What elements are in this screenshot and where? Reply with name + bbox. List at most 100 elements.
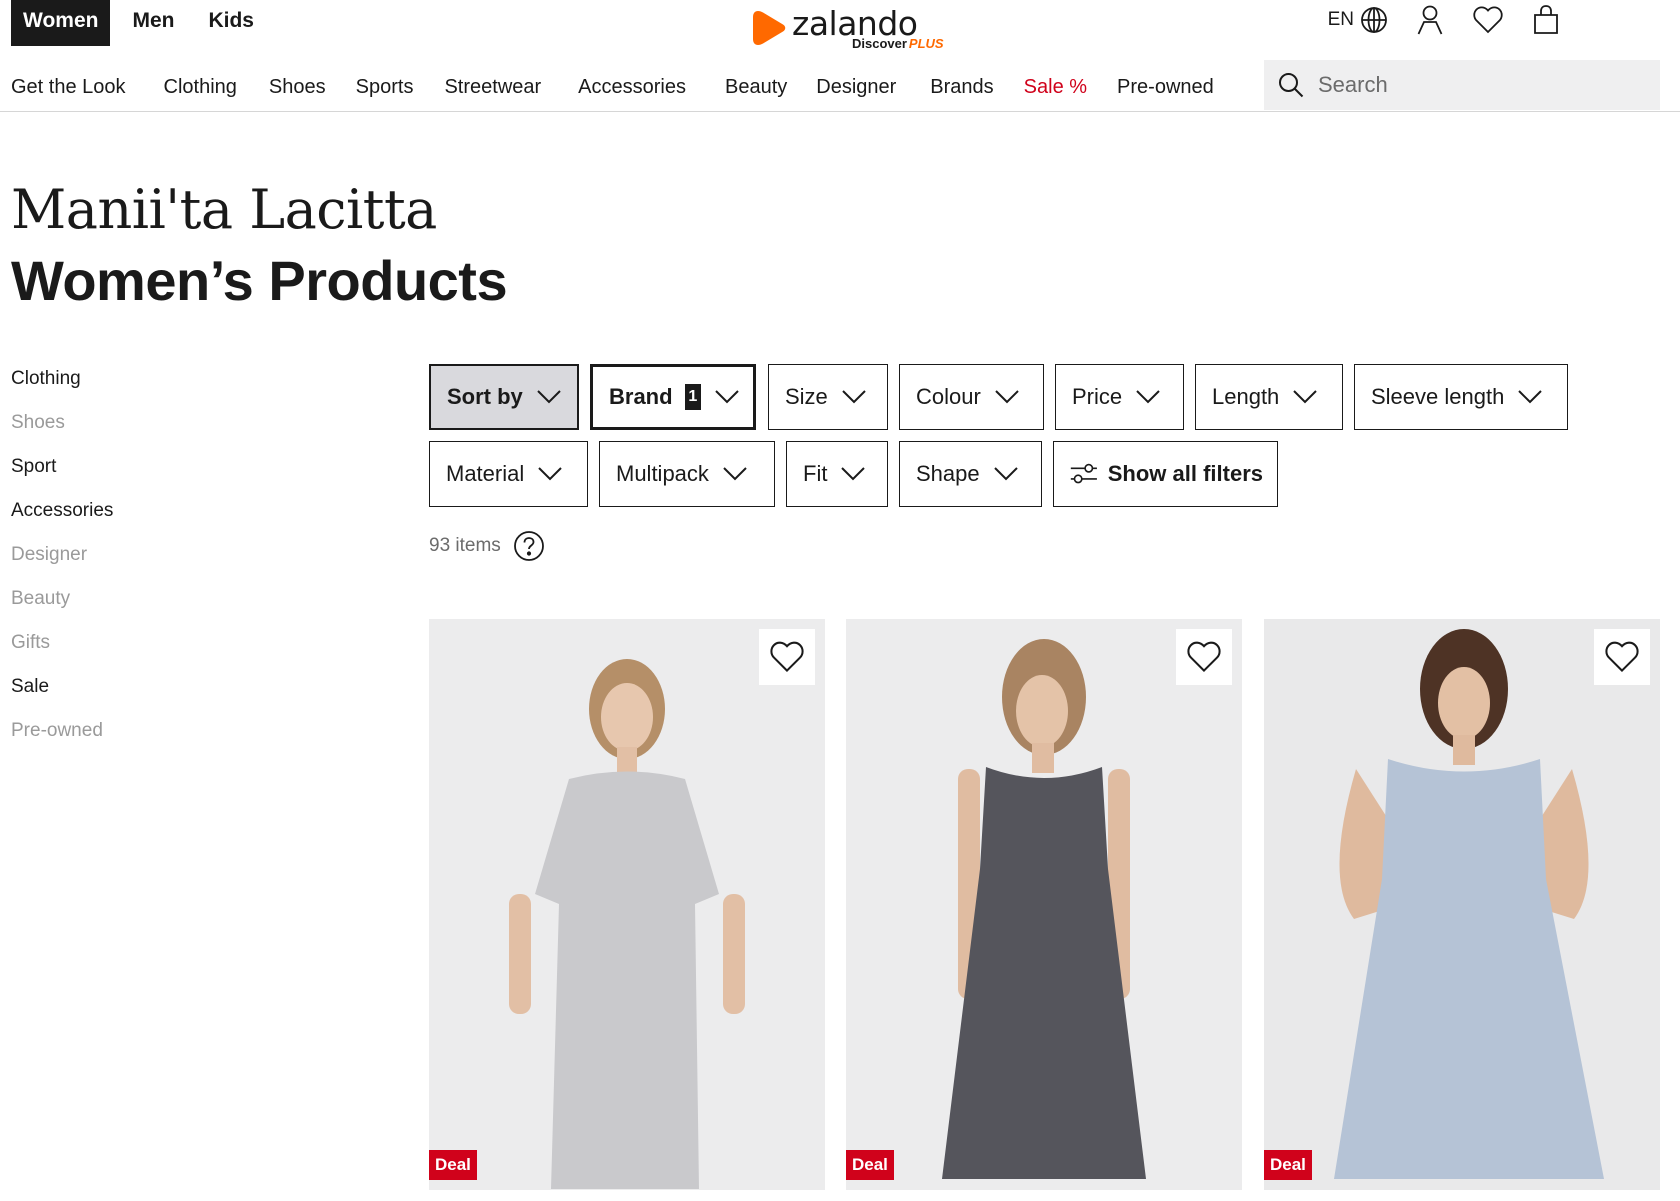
sort-by-label: Sort by (447, 384, 523, 409)
nav-clothing[interactable]: Clothing (164, 76, 237, 99)
product-image (429, 619, 825, 1190)
brand-filter-count-badge: 1 (684, 384, 701, 410)
add-to-wishlist-button[interactable] (1176, 629, 1232, 685)
language-selector[interactable]: EN (1328, 6, 1388, 34)
category-nav: Get the Look Clothing Shoes Sports Stree… (11, 76, 1214, 99)
brand-filter-label: Brand (609, 384, 673, 409)
shape-filter-button[interactable]: Shape (899, 441, 1042, 507)
nav-sale[interactable]: Sale % (1024, 76, 1087, 99)
nav-accessories[interactable]: Accessories (578, 76, 686, 99)
material-filter-button[interactable]: Material (429, 441, 588, 507)
search-icon (1279, 73, 1304, 98)
sidebar-item-accessories[interactable]: Accessories (11, 496, 113, 540)
nav-designer[interactable]: Designer (816, 76, 896, 99)
chevron-down-icon (1518, 390, 1543, 404)
colour-filter-label: Colour (916, 384, 981, 409)
material-filter-label: Material (446, 461, 525, 486)
nav-brands[interactable]: Brands (930, 76, 993, 99)
deal-badge: Deal (1264, 1150, 1312, 1180)
heart-icon (1473, 6, 1503, 34)
sidebar-item-shoes: Shoes (11, 412, 65, 433)
cart-button[interactable] (1530, 4, 1562, 36)
heart-icon (1605, 641, 1639, 673)
chevron-down-icon (842, 390, 866, 404)
items-count-label: 93 items (429, 535, 501, 556)
product-card[interactable]: Deal (1264, 619, 1660, 1190)
nav-streetwear[interactable]: Streetwear (444, 76, 541, 99)
fit-filter-label: Fit (803, 461, 828, 486)
size-filter-button[interactable]: Size (768, 364, 888, 430)
colour-filter-button[interactable]: Colour (899, 364, 1044, 430)
tab-men[interactable]: Men (120, 0, 186, 46)
sidebar-item-sport[interactable]: Sport (11, 452, 113, 496)
nav-pre-owned[interactable]: Pre-owned (1117, 76, 1214, 99)
length-filter-label: Length (1212, 384, 1280, 409)
sleeve-length-filter-label: Sleeve length (1371, 384, 1505, 409)
tab-kids[interactable]: Kids (196, 0, 266, 46)
size-filter-label: Size (785, 384, 828, 409)
nav-get-the-look[interactable]: Get the Look (11, 76, 126, 99)
search-input[interactable] (1318, 72, 1618, 98)
sidebar-item-pre-owned: Pre-owned (11, 720, 103, 741)
sidebar-item-beauty: Beauty (11, 588, 71, 609)
brand-title: Manii'ta Lacitta (11, 178, 437, 241)
chevron-down-icon (538, 467, 562, 481)
logo-discover: Discover (852, 36, 907, 51)
nav-sports[interactable]: Sports (356, 76, 414, 99)
product-image (846, 619, 1242, 1190)
logo-plus: PLUS (908, 36, 944, 51)
sort-by-button[interactable]: Sort by (429, 364, 579, 430)
multipack-filter-button[interactable]: Multipack (599, 441, 775, 507)
result-count: 93 items (429, 530, 545, 562)
shape-filter-label: Shape (916, 461, 980, 486)
tab-women[interactable]: Women (11, 0, 111, 46)
price-filter-label: Price (1072, 384, 1123, 409)
sidebar-item-designer: Designer (11, 544, 88, 565)
zalando-logo[interactable]: zalando Discover PLUS (752, 4, 962, 54)
sidebar-item-sale[interactable]: Sale (11, 672, 113, 716)
category-sidebar: Clothing Shoes Sport Accessories Designe… (11, 364, 113, 760)
chevron-down-icon (993, 467, 1018, 481)
chevron-down-icon (841, 467, 866, 481)
dress-shape (535, 771, 719, 1189)
account-button[interactable] (1414, 4, 1446, 36)
page-title: Women’s Products (11, 249, 508, 312)
heart-icon (770, 641, 804, 673)
brand-filter-button[interactable]: Brand 1 (590, 364, 756, 430)
user-icon (1417, 5, 1443, 35)
gender-tabs: Women Men Kids (11, 0, 266, 46)
price-filter-button[interactable]: Price (1055, 364, 1184, 430)
globe-icon (1361, 7, 1387, 33)
zalando-play-icon (753, 11, 786, 45)
add-to-wishlist-button[interactable] (759, 629, 815, 685)
add-to-wishlist-button[interactable] (1594, 629, 1650, 685)
help-icon[interactable] (513, 530, 545, 562)
header-actions: EN (1328, 2, 1562, 38)
chevron-down-icon (995, 390, 1019, 404)
heart-icon (1187, 641, 1221, 673)
nav-beauty[interactable]: Beauty (725, 76, 787, 99)
chevron-down-icon (1293, 390, 1318, 404)
chevron-down-icon (723, 467, 747, 481)
search-bar[interactable] (1264, 60, 1660, 110)
deal-badge: Deal (846, 1150, 894, 1180)
show-all-filters-label: Show all filters (1107, 461, 1263, 486)
chevron-down-icon (537, 390, 561, 404)
sidebar-item-gifts: Gifts (11, 632, 51, 653)
nav-shoes[interactable]: Shoes (269, 76, 326, 99)
multipack-filter-label: Multipack (616, 461, 709, 486)
header: Women Men Kids zalando DiscoverPLUS EN (0, 0, 1680, 112)
sleeve-length-filter-button[interactable]: Sleeve length (1354, 364, 1568, 430)
filter-sliders-icon (1070, 463, 1097, 484)
chevron-down-icon (1136, 390, 1160, 404)
product-card[interactable]: Deal (429, 619, 825, 1190)
fit-filter-button[interactable]: Fit (786, 441, 888, 507)
show-all-filters-button[interactable]: Show all filters (1053, 441, 1278, 507)
deal-badge: Deal (429, 1150, 477, 1180)
length-filter-button[interactable]: Length (1195, 364, 1343, 430)
language-label: EN (1327, 9, 1354, 30)
logo-subline: Discover PLUS (852, 36, 944, 51)
product-card[interactable]: Deal (846, 619, 1242, 1190)
sidebar-item-clothing[interactable]: Clothing (11, 364, 113, 408)
wishlist-button[interactable] (1472, 4, 1504, 36)
